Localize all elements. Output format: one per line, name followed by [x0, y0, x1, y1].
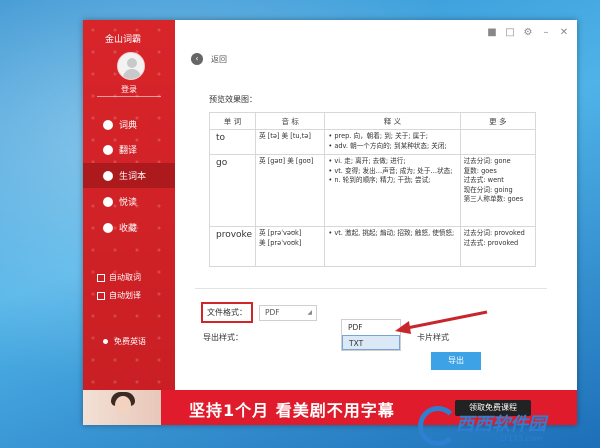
phonetic-cell: 英 [prəˈvəʊk] 美 [prəˈvoʊk]: [254, 226, 326, 267]
preview-label: 预览效果图：: [209, 95, 257, 104]
table-row: go 英 [gəʊ] 美 [goʊ] • vi. 走; 离开; 去做; 进行; …: [209, 154, 537, 227]
avatar[interactable]: [117, 52, 145, 80]
sidebar-item-wordbook[interactable]: 生词本: [83, 163, 175, 188]
format-select-value: PDF: [265, 307, 280, 317]
export-button[interactable]: 导出: [431, 352, 481, 370]
phonetic-cell: 英 [tə] 美 [tu,tə]: [254, 129, 326, 155]
bullet-icon: [103, 339, 108, 344]
more-cell: [459, 129, 537, 155]
meaning-line: • n. 轮到的顺序; 精力; 干劲; 尝试;: [328, 176, 431, 185]
message-icon[interactable]: □: [505, 28, 515, 38]
login-link[interactable]: 登录: [83, 84, 175, 95]
avatar-body: [123, 69, 141, 79]
sidebar-item-reading[interactable]: 悦读: [83, 189, 175, 214]
watermark-sub: cr173.com: [500, 434, 543, 443]
sidebar-item-favorite[interactable]: 收藏: [83, 215, 175, 240]
phonetic-line: 美 [prəˈvoʊk]: [258, 238, 302, 247]
phonetic-cell: 英 [gəʊ] 美 [goʊ]: [254, 154, 326, 227]
format-row: 文件格式： PDF ◢: [201, 302, 317, 323]
window-controls: ■ □ ⚙ – ✕: [487, 28, 569, 38]
gear-icon[interactable]: ⚙: [523, 28, 533, 38]
table-header-row: 单 词 音 标 释 义 更 多: [209, 112, 537, 130]
word-cell: to: [209, 129, 256, 155]
meaning-line: • vi. 走; 离开; 去做; 进行;: [328, 157, 406, 165]
watermark: 西西软件园 cr173.com: [404, 404, 600, 448]
option-auto-translate[interactable]: 自动划译: [97, 290, 141, 301]
sidebar: 金山词霸 登录 词典 翻译 生词本 悦读 收藏 自动取词 自动划译 免费英语: [83, 20, 175, 390]
app-title: 金山词霸: [105, 35, 142, 45]
translate-icon: [103, 144, 113, 155]
banner-photo-face: [115, 396, 131, 414]
chevron-down-icon: ◢: [307, 308, 312, 316]
avatar-head: [127, 58, 137, 68]
meaning-line: • adv. 朝一个方向的; 到某种状态; 关闭;: [328, 141, 447, 150]
option-label: 自动取词: [109, 273, 141, 282]
meaning-line: • prep. 向，朝着; 到; 关于; 属于;: [328, 132, 429, 140]
meaning-cell: • prep. 向，朝着; 到; 关于; 属于; • adv. 朝一个方向的; …: [324, 129, 461, 155]
preview-panel: 预览效果图： 单 词 音 标 释 义 更 多 to 英 [tə] 美 [tu,t…: [195, 82, 547, 282]
more-cell: 过去分词: provoked 过去式: provoked: [459, 226, 537, 267]
wordbook-icon: [103, 170, 113, 181]
column-header: 音 标: [254, 112, 326, 130]
favorite-icon: [103, 222, 113, 233]
format-label: 文件格式：: [201, 302, 253, 323]
watermark-text: 西西软件园: [456, 414, 546, 435]
shirt-icon[interactable]: ■: [487, 28, 497, 38]
free-english-label: 免费英语: [114, 337, 146, 346]
option-label: 自动划译: [109, 291, 141, 300]
app-window: 金山词霸 登录 词典 翻译 生词本 悦读 收藏 自动取词 自动划译 免费英语 ■…: [83, 20, 577, 425]
meaning-cell: • vi. 走; 离开; 去做; 进行; • vt. 变得; 发出…声音; 成为…: [324, 154, 461, 227]
column-header: 单 词: [209, 112, 256, 130]
more-line: 过去式: went: [463, 176, 504, 185]
table-row: to 英 [tə] 美 [tu,tə] • prep. 向，朝着; 到; 关于;…: [209, 129, 537, 155]
section-divider: [195, 288, 547, 289]
sidebar-item-label: 生词本: [119, 172, 147, 182]
more-line: 过去式: provoked: [463, 238, 519, 247]
meaning-line: • vt. 变得; 发出…声音; 成为; 处于…状态;: [328, 166, 453, 175]
checkbox-auto-translate[interactable]: [97, 291, 105, 300]
sidebar-item-label: 翻译: [119, 146, 138, 156]
meaning-cell: • vt. 激起, 挑起; 煽动; 招致; 触怒, 使愤怒;: [324, 226, 461, 267]
more-line: 现在分词: going: [463, 185, 513, 194]
table-row: provoke 英 [prəˈvəʊk] 美 [prəˈvoʊk] • vt. …: [209, 226, 537, 267]
arrow-head: [395, 321, 411, 334]
dictionary-icon: [103, 119, 113, 130]
minimize-icon[interactable]: –: [541, 28, 551, 38]
sidebar-item-translate[interactable]: 翻译: [83, 137, 175, 162]
back-arrow-icon: ‹: [191, 53, 203, 65]
word-cell: provoke: [209, 226, 256, 267]
sidebar-item-label: 词典: [119, 121, 138, 131]
reading-icon: [103, 196, 113, 207]
preview-table: 单 词 音 标 释 义 更 多 to 英 [tə] 美 [tu,tə] • pr…: [209, 112, 537, 267]
meaning-line: • vt. 激起, 挑起; 煽动; 招致; 触怒, 使愤怒;: [328, 229, 455, 237]
more-line: 复数: goes: [463, 166, 497, 175]
back-button[interactable]: ‹ 返回: [191, 53, 227, 65]
more-line: 过去分词: provoked: [463, 229, 525, 237]
phonetic-line: 英 [prəˈvəʊk]: [258, 229, 302, 237]
sidebar-item-dictionary[interactable]: 词典: [83, 112, 175, 137]
back-label: 返回: [211, 54, 227, 64]
close-icon[interactable]: ✕: [559, 28, 569, 38]
column-header: 释 义: [324, 112, 461, 130]
sidebar-item-label: 收藏: [119, 224, 138, 234]
banner-photo: [83, 390, 161, 425]
word-cell: go: [209, 154, 256, 227]
more-line: 第三人称单数: goes: [463, 195, 524, 204]
sidebar-divider: [97, 96, 161, 102]
more-cell: 过去分词: gone 复数: goes 过去式: went 现在分词: goin…: [459, 154, 537, 227]
sidebar-item-label: 悦读: [119, 198, 138, 208]
annotation-arrow: [395, 310, 488, 334]
checkbox-auto-capture[interactable]: [97, 273, 105, 282]
style-label: 导出样式：: [203, 333, 243, 342]
free-english-link[interactable]: 免费英语: [103, 336, 146, 347]
banner-slogan: 坚持1个月 看美剧不用字幕: [189, 401, 395, 420]
option-auto-capture[interactable]: 自动取词: [97, 272, 141, 283]
column-header: 更 多: [459, 112, 537, 130]
more-line: 过去分词: gone: [463, 157, 511, 165]
format-select[interactable]: PDF ◢: [259, 304, 317, 321]
arrow-shaft: [406, 310, 488, 330]
watermark-logo-icon: [418, 406, 458, 446]
